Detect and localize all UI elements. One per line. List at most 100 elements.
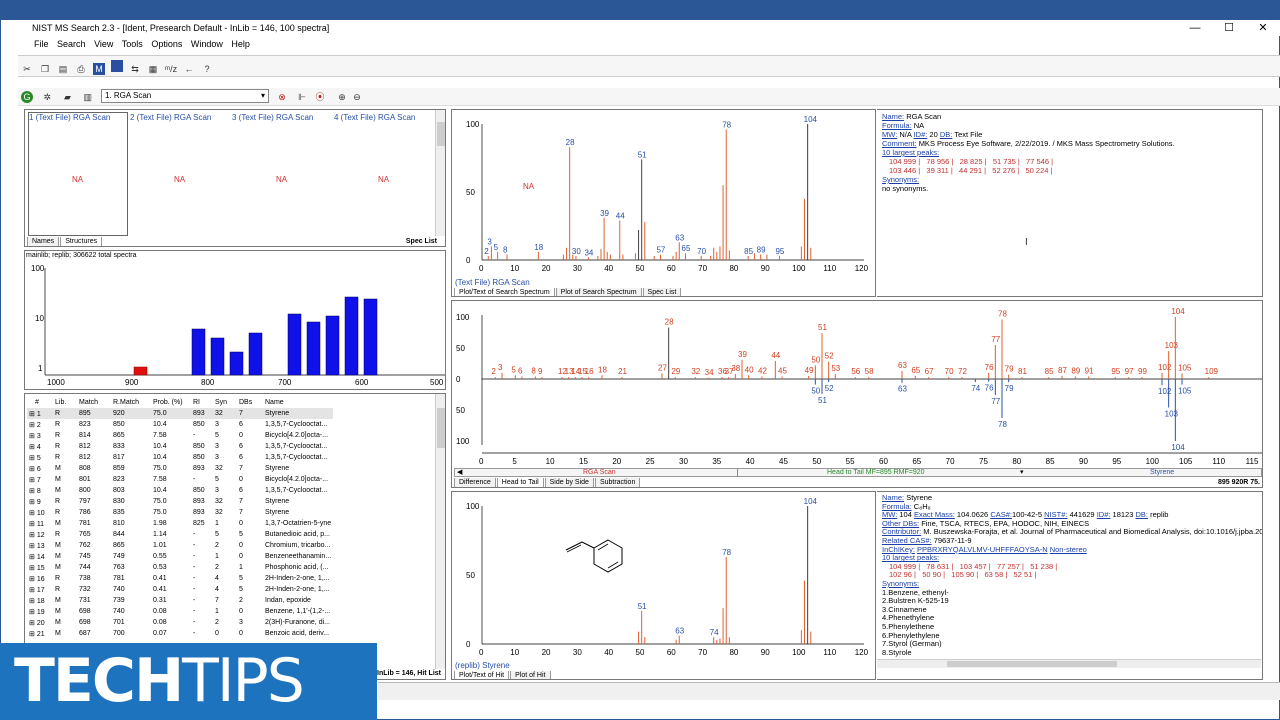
col-dbs[interactable]: DBs (237, 397, 263, 408)
col-name[interactable]: Name (263, 397, 333, 408)
help-icon[interactable]: ? (201, 63, 213, 75)
zoom-out-icon[interactable]: ⊖ (351, 91, 363, 103)
open-icon[interactable]: ▰ (61, 91, 73, 103)
tab-plot-text-search[interactable]: Plot/Text of Search Spectrum (454, 288, 555, 296)
expand-icon[interactable]: ⊞ (29, 499, 37, 506)
hit-row[interactable]: ⊞ 13 M 762 865 1.01 - 2 0 Chromium, tricarbo... (27, 540, 333, 551)
hit-row[interactable]: ⊞ 5 R 812 817 10.4 850 3 6 1,3,5,7-Cyclooctat... (27, 452, 333, 463)
go-icon[interactable]: G (21, 91, 33, 103)
tab-head-to-tail[interactable]: Head to Tail (496, 478, 544, 487)
hit-info-hscroll[interactable] (877, 659, 1261, 668)
hit-row[interactable]: ⊞ 16 R 738 781 0.41 - 4 5 2H-Inden-2-one, 1,... (27, 573, 333, 584)
record-icon[interactable]: ⦿ (314, 91, 326, 103)
expand-icon[interactable]: ⊞ (29, 444, 37, 451)
expand-icon[interactable]: ⊞ (29, 631, 37, 638)
expand-icon[interactable]: ⊞ (29, 411, 37, 418)
expand-icon[interactable]: ⊞ (29, 488, 37, 495)
hit-row[interactable]: ⊞ 10 R 786 835 75.0 893 32 7 Styrene (27, 507, 333, 518)
hit-scrollbar[interactable] (435, 394, 445, 669)
hit-row[interactable]: ⊞ 18 M 731 739 0.31 - 7 2 Indan, epoxide (27, 595, 333, 606)
spec-thumb-1[interactable] (28, 112, 128, 236)
hit-row[interactable]: ⊞ 6 M 808 859 75.0 893 32 7 Styrene (27, 463, 333, 474)
ms-icon[interactable]: M (93, 63, 105, 75)
hit-row[interactable]: ⊞ 7 M 801 823 7.58 - 5 0 Bicyclo[4.2.0]octa-... (27, 474, 333, 485)
menu-window[interactable]: Window (191, 39, 223, 49)
col-rmatch[interactable]: R.Match (111, 397, 151, 408)
expand-icon[interactable]: ⊞ (29, 422, 37, 429)
expand-icon[interactable]: ⊞ (29, 598, 37, 605)
tab-spec-list[interactable]: Spec List (642, 288, 682, 296)
spec-scrollbar[interactable] (435, 110, 445, 236)
menu-view[interactable]: View (94, 39, 113, 49)
expand-icon[interactable]: ⊞ (29, 433, 37, 440)
tree-icon[interactable]: ⊩ (296, 91, 308, 103)
expand-icon[interactable]: ⊞ (29, 510, 37, 517)
chevron-down-icon[interactable]: ▾ (261, 90, 265, 102)
col-match[interactable]: Match (77, 397, 111, 408)
close-button[interactable]: ✕ (1246, 20, 1280, 36)
col-ri[interactable]: RI (191, 397, 213, 408)
expand-icon[interactable]: ⊞ (29, 543, 37, 550)
menu-help[interactable]: Help (231, 39, 250, 49)
mz-icon[interactable]: ᵐ/z (165, 63, 177, 75)
tab-subtraction[interactable]: Subtraction (594, 478, 641, 487)
paste-icon[interactable]: ▤ (57, 63, 69, 75)
col-prob[interactable]: Prob. (%) (151, 397, 191, 408)
compare-icon[interactable]: ⇆ (129, 63, 141, 75)
expand-icon[interactable]: ⊞ (29, 587, 37, 594)
spectrum-icon[interactable]: ▥ (82, 91, 94, 103)
expand-icon[interactable]: ⊞ (29, 554, 37, 561)
menu-file[interactable]: File (34, 39, 49, 49)
menu-tools[interactable]: Tools (122, 39, 143, 49)
expand-icon[interactable]: ⊞ (29, 609, 37, 616)
tab-difference[interactable]: Difference (454, 478, 496, 487)
hit-row[interactable]: ⊞ 3 R 814 865 7.58 - 5 0 Bicyclo[4.2.0]octa-... (27, 430, 333, 441)
hit-row[interactable]: ⊞ 15 M 744 763 0.53 - 2 1 Phosphonic acid, (... (27, 562, 333, 573)
hit-row[interactable]: ⊞ 11 M 781 810 1.98 825 1 0 1,3,7-Octatrien-5-yn… (27, 518, 333, 529)
library-icon[interactable] (111, 60, 123, 72)
tab-plot-search[interactable]: Plot of Search Spectrum (555, 288, 642, 296)
cut-icon[interactable]: ✂ (21, 63, 33, 75)
compare-dropdown-icon[interactable]: ▾ (1020, 469, 1024, 477)
hit-row[interactable]: ⊞ 8 M 800 803 10.4 850 3 6 1,3,5,7-Cyclooctat... (27, 485, 333, 496)
col-lib[interactable]: Lib. (53, 397, 77, 408)
spectrum-select[interactable]: 1. RGA Scan ▾ (101, 89, 269, 103)
hit-row[interactable]: ⊞ 4 R 812 833 10.4 850 3 6 1,3,5,7-Cyclooctat... (27, 441, 333, 452)
hit-row[interactable]: ⊞ 19 M 698 740 0.08 - 1 0 Benzene, 1,1'-(1,2-... (27, 606, 333, 617)
tab-names[interactable]: Names (27, 237, 60, 246)
minimize-button[interactable]: — (1178, 20, 1212, 36)
hit-row[interactable]: ⊞ 2 R 823 850 10.4 850 3 6 1,3,5,7-Cyclooctat... (27, 419, 333, 430)
hit-row[interactable]: ⊞ 17 R 732 740 0.41 - 4 5 2H-Inden-2-one, 1,... (27, 584, 333, 595)
expand-icon[interactable]: ⊞ (29, 576, 37, 583)
col-syn[interactable]: Syn (213, 397, 237, 408)
tab-structures[interactable]: Structures (60, 237, 103, 246)
print-icon[interactable]: ⎙ (75, 63, 87, 75)
non-stereo-link[interactable]: Non-stereo (1050, 545, 1087, 554)
col-num[interactable]: # (27, 397, 53, 408)
spec-list-tab[interactable]: Spec List (406, 238, 437, 245)
spec-label-2[interactable]: 2 (Text File) RGA Scan (130, 113, 211, 122)
expand-icon[interactable]: ⊞ (29, 455, 37, 462)
copy-icon[interactable]: ❐ (39, 63, 51, 75)
spec-label-4[interactable]: 4 (Text File) RGA Scan (334, 113, 415, 122)
expand-icon[interactable]: ⊞ (29, 565, 37, 572)
expand-icon[interactable]: ⊞ (29, 466, 37, 473)
menu-search[interactable]: Search (57, 39, 86, 49)
spec-label-3[interactable]: 3 (Text File) RGA Scan (232, 113, 313, 122)
zoom-in-icon[interactable]: ⊕ (336, 91, 348, 103)
expand-icon[interactable]: ⊞ (29, 477, 37, 484)
expand-icon[interactable]: ⊞ (29, 521, 37, 528)
hit-row[interactable]: ⊞ 12 R 765 844 1.14 - 5 5 Butanedioic acid, p... (27, 529, 333, 540)
expand-icon[interactable]: ⊞ (29, 532, 37, 539)
left-arrow-icon[interactable]: ◀ (457, 469, 462, 477)
hit-row[interactable]: ⊞ 9 R 797 830 75.0 893 32 7 Styrene (27, 496, 333, 507)
hit-list-status[interactable]: InLib = 146, Hit List (377, 670, 441, 677)
stop-icon[interactable]: ⊗ (276, 91, 288, 103)
grid-icon[interactable]: ▦ (147, 63, 159, 75)
tab-plot-hit[interactable]: Plot of Hit (510, 671, 551, 679)
tab-plot-text-hit[interactable]: Plot/Text of Hit (454, 671, 510, 679)
tab-side-by-side[interactable]: Side by Side (544, 478, 594, 487)
hit-row[interactable]: ⊞ 14 M 745 749 0.55 - 1 0 Benzeneethanamin... (27, 551, 333, 562)
structure-icon[interactable]: ✲ (41, 91, 53, 103)
expand-icon[interactable]: ⊞ (29, 620, 37, 627)
